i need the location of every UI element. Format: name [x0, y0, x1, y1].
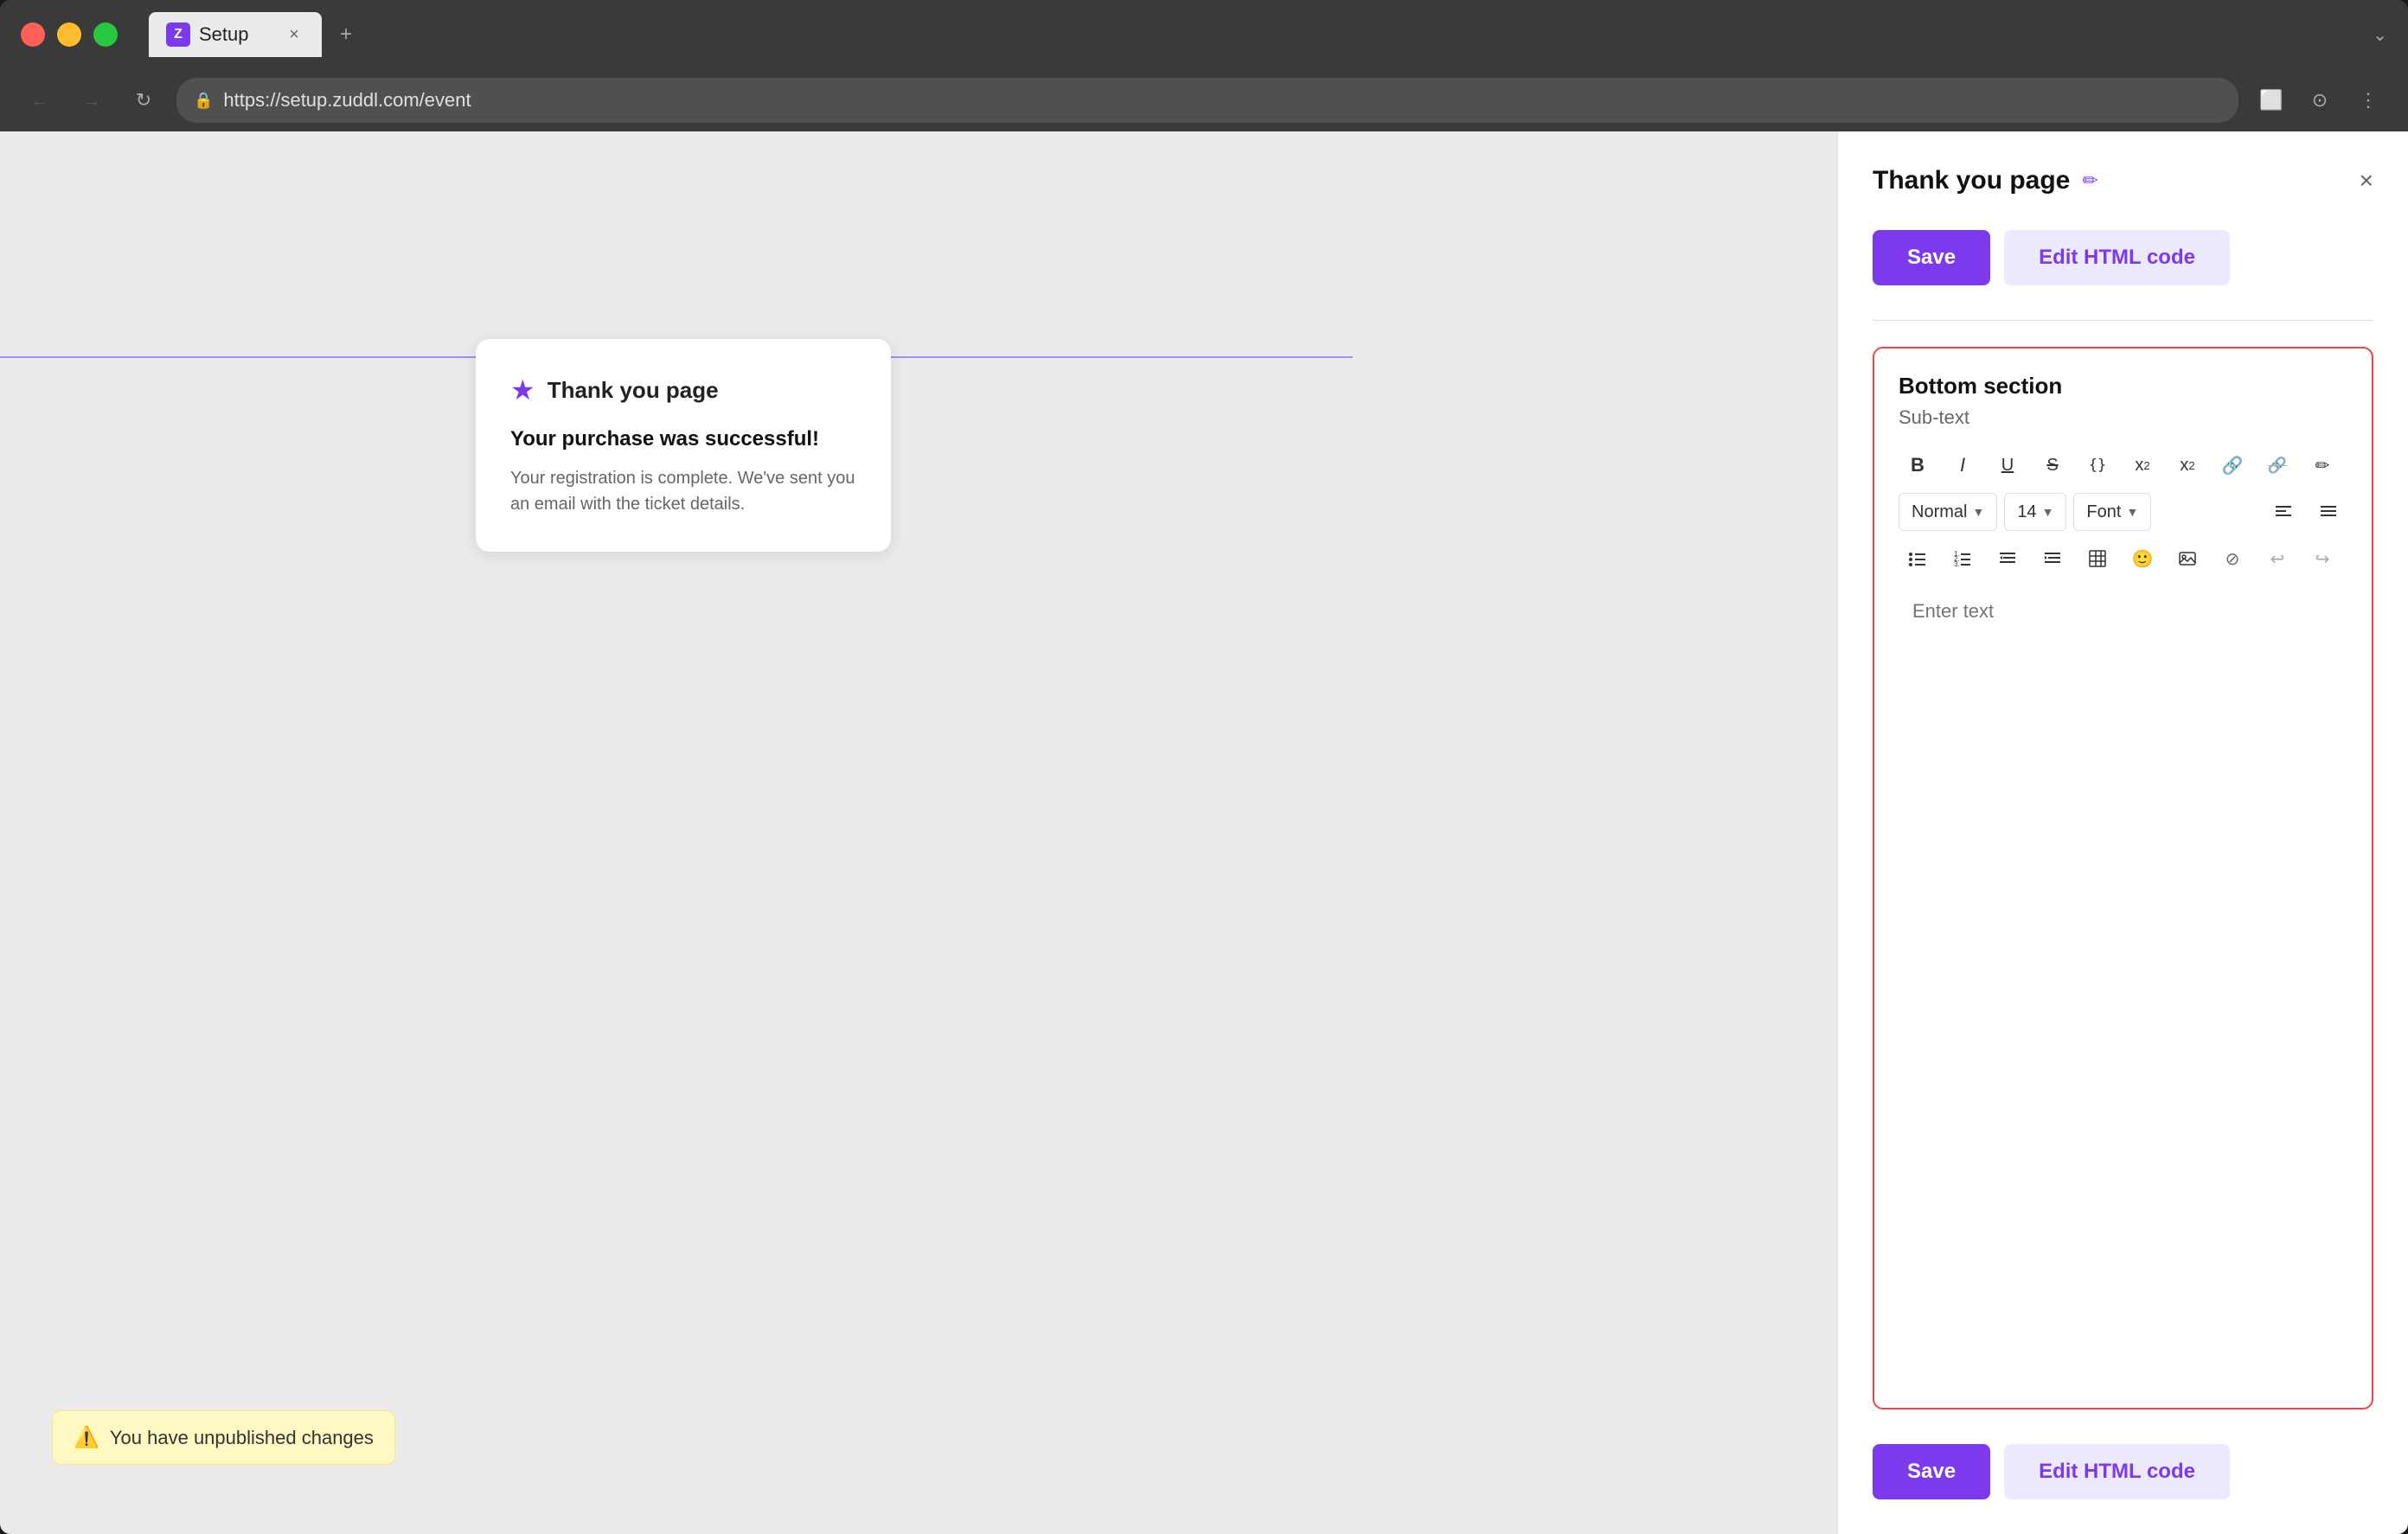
canvas-area: ★ Thank you page Your purchase was succe… [0, 131, 1837, 1534]
size-dropdown-arrow: ▼ [2042, 505, 2054, 519]
toolbar-row-style: Normal ▼ 14 ▼ Font ▼ [1899, 493, 2347, 531]
section-subtitle: Sub-text [1899, 406, 2347, 429]
toolbar-row-formatting: B I U S {} x2 x2 🔗 🔗 ✏ [1899, 446, 2347, 484]
tab-title: Setup [199, 23, 249, 46]
unpublished-changes-banner: ⚠️ You have unpublished changes [52, 1410, 395, 1465]
url-bar[interactable]: 🔒 https://setup.zuddl.com/event [176, 78, 2238, 123]
new-tab-button[interactable]: + [329, 17, 363, 52]
panel-close-button[interactable]: × [2360, 167, 2373, 195]
link-button[interactable]: 🔗 [2213, 446, 2251, 484]
nav-bar: ← → ↻ 🔒 https://setup.zuddl.com/event ⬜ … [0, 69, 2408, 131]
italic-button[interactable]: I [1944, 446, 1982, 484]
edit-html-button-bottom[interactable]: Edit HTML code [2004, 1444, 2230, 1499]
table-button[interactable] [2078, 540, 2117, 578]
align-left-button[interactable] [2264, 493, 2302, 531]
thankyou-card-body: Your registration is complete. We've sen… [510, 465, 856, 517]
bullet-list-button[interactable] [1899, 540, 1937, 578]
active-tab[interactable]: Z Setup × [149, 12, 322, 57]
outdent-button[interactable] [1989, 540, 2027, 578]
pen-button[interactable]: ✏ [2303, 446, 2341, 484]
font-dropdown[interactable]: Font ▼ [2073, 493, 2151, 531]
maximize-window-button[interactable] [93, 22, 118, 47]
extensions-button[interactable]: ⊙ [2301, 81, 2339, 119]
align-justify-button[interactable] [2309, 493, 2347, 531]
save-button-bottom[interactable]: Save [1873, 1444, 1990, 1499]
panel-title-row: Thank you page ✏ [1873, 166, 2098, 195]
panel-header: Thank you page ✏ × [1873, 166, 2373, 195]
unlink-button[interactable]: 🔗 [2258, 446, 2296, 484]
subscript-button[interactable]: x2 [2168, 446, 2206, 484]
tab-close-button[interactable]: × [284, 24, 304, 45]
size-dropdown[interactable]: 14 ▼ [2004, 493, 2066, 531]
menu-button[interactable]: ⋮ [2349, 81, 2387, 119]
panel-bottom-actions: Save Edit HTML code [1873, 1444, 2373, 1499]
bold-button[interactable]: B [1899, 446, 1937, 484]
url-lock-icon: 🔒 [194, 92, 213, 110]
section-title: Bottom section [1899, 373, 2347, 399]
svg-text:3.: 3. [1954, 560, 1960, 568]
thankyou-card-title: Thank you page [548, 377, 719, 404]
thankyou-card-headline: Your purchase was successful! [510, 427, 856, 451]
minimize-window-button[interactable] [57, 22, 81, 47]
tab-dropdown-button[interactable]: ⌄ [2373, 24, 2387, 46]
code-button[interactable]: {} [2078, 446, 2117, 484]
clear-format-button[interactable]: ⊘ [2213, 540, 2251, 578]
strikethrough-button[interactable]: S [2033, 446, 2072, 484]
back-button[interactable]: ← [21, 81, 59, 119]
url-text: https://setup.zuddl.com/event [223, 89, 471, 112]
style-dropdown[interactable]: Normal ▼ [1899, 493, 1997, 531]
redo-button[interactable]: ↪ [2303, 540, 2341, 578]
undo-button[interactable]: ↩ [2258, 540, 2296, 578]
divider [1873, 320, 2373, 321]
panel-edit-icon[interactable]: ✏ [2082, 169, 2097, 192]
browser-window: Z Setup × + ⌄ ← → ↻ 🔒 https://setup.zudd… [0, 0, 2408, 1534]
unpublished-changes-text: You have unpublished changes [110, 1427, 374, 1449]
star-icon: ★ [510, 374, 535, 406]
text-editor-input[interactable] [1899, 586, 2347, 759]
style-dropdown-label: Normal [1912, 502, 1967, 522]
panel-title: Thank you page [1873, 166, 2070, 195]
editor-section: Bottom section Sub-text B I U S {} x2 x2… [1873, 347, 2373, 1409]
traffic-lights [21, 22, 118, 47]
superscript-button[interactable]: x2 [2123, 446, 2161, 484]
warning-icon: ⚠️ [74, 1425, 99, 1450]
emoji-button[interactable]: 🙂 [2123, 540, 2161, 578]
forward-button[interactable]: → [73, 81, 111, 119]
style-dropdown-arrow: ▼ [1972, 505, 1984, 519]
font-dropdown-label: Font [2086, 502, 2121, 522]
content-area: ★ Thank you page Your purchase was succe… [0, 131, 2408, 1534]
indent-button[interactable] [2033, 540, 2072, 578]
edit-html-button-top[interactable]: Edit HTML code [2004, 230, 2230, 285]
save-button-top[interactable]: Save [1873, 230, 1990, 285]
close-window-button[interactable] [21, 22, 45, 47]
font-dropdown-arrow: ▼ [2126, 505, 2138, 519]
image-button[interactable] [2168, 540, 2206, 578]
tab-favicon: Z [166, 22, 190, 47]
title-bar: Z Setup × + ⌄ [0, 0, 2408, 69]
sidebar-toggle-button[interactable]: ⬜ [2252, 81, 2290, 119]
toolbar-row-lists: 1. 2. 3. [1899, 540, 2347, 578]
right-panel: Thank you page ✏ × Save Edit HTML code B… [1837, 131, 2408, 1534]
underline-button[interactable]: U [1989, 446, 2027, 484]
ordered-list-button[interactable]: 1. 2. 3. [1944, 540, 1982, 578]
reload-button[interactable]: ↻ [125, 81, 163, 119]
panel-top-actions: Save Edit HTML code [1873, 230, 2373, 285]
thankyou-card: ★ Thank you page Your purchase was succe… [476, 339, 891, 552]
thankyou-card-header: ★ Thank you page [510, 374, 856, 406]
nav-actions: ⬜ ⊙ ⋮ [2252, 81, 2387, 119]
tab-bar: Z Setup × + [149, 12, 2359, 57]
size-dropdown-label: 14 [2017, 502, 2036, 522]
